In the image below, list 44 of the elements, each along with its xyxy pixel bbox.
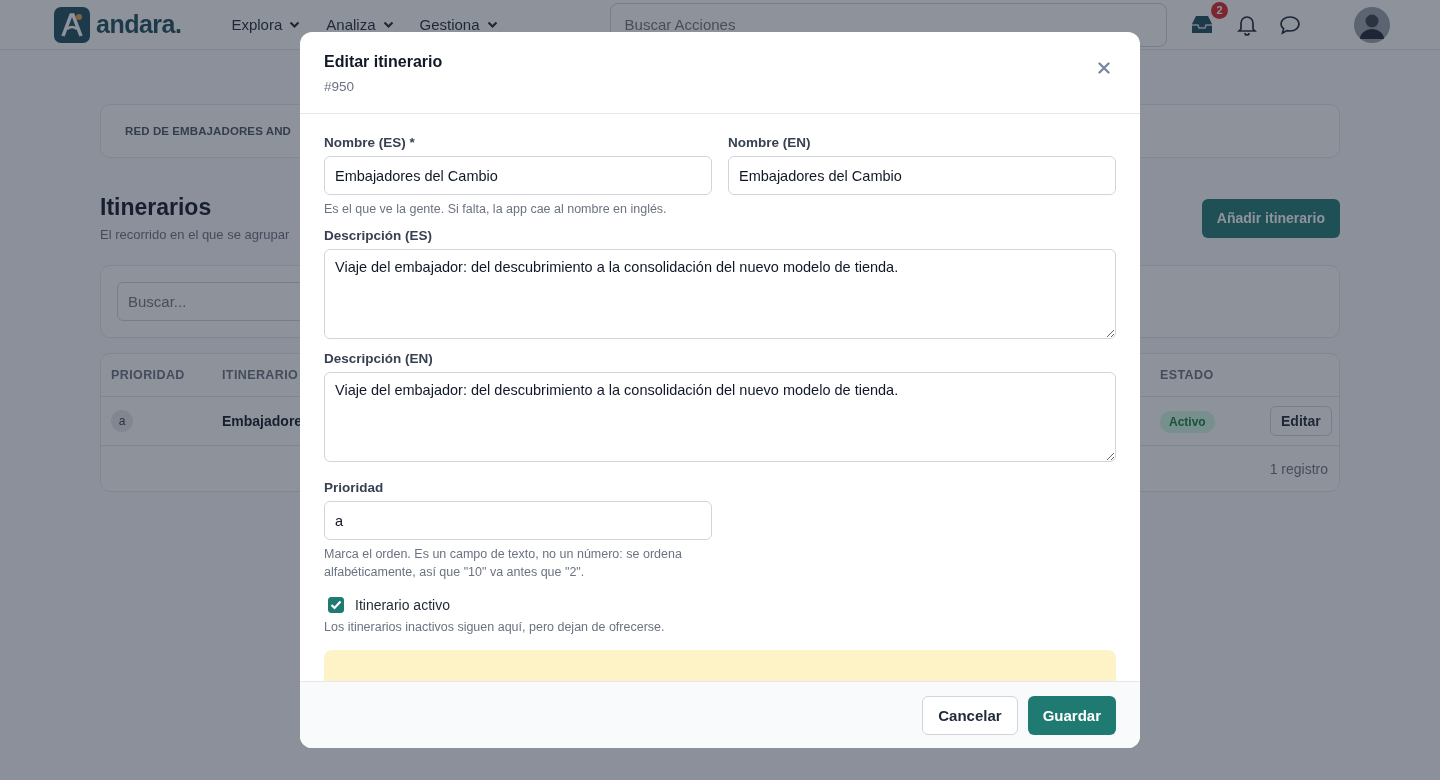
breadcrumb-text[interactable]: RED DE EMBAJADORES AND (125, 125, 291, 137)
field-label: Nombre (ES) * (324, 135, 416, 150)
column-header: PRIORIDAD (111, 368, 186, 382)
checkbox-label[interactable]: Itinerario activo (355, 597, 450, 613)
save-button[interactable]: Guardar (1027, 695, 1116, 735)
bell-icon[interactable] (1237, 13, 1257, 36)
page-subtitle: El recorrido en el que se agrupar (100, 227, 290, 242)
chat-icon[interactable] (1279, 14, 1301, 35)
chevron-down-icon (289, 20, 301, 29)
field-label: Prioridad (324, 480, 385, 495)
avatar[interactable] (1354, 6, 1390, 43)
logo-icon (54, 6, 90, 43)
notification-count: 2 (1211, 1, 1228, 19)
field-hint: Marca el orden. Es un campo de texto, no un número: se ordena alfabéticamente, así que "10" va antes que "2". (324, 546, 683, 581)
nav-menu[interactable]: Explora (231, 16, 301, 33)
priority-tag: a (111, 410, 133, 432)
field-hint: Los itinerarios inactivos siguen aquí, pero dejan de ofrecerse. (324, 619, 666, 636)
field-hint: Es el que ve la gente. Si falta, la app cae al nombre en inglés. (324, 201, 668, 218)
inbox-icon[interactable] (1189, 13, 1215, 36)
column-header: ESTADO (1160, 368, 1215, 382)
input-field[interactable]: Embajadores del Cambio (728, 156, 1116, 195)
dialog-id: #950 (324, 79, 356, 94)
page-title: Itinerarios (100, 194, 213, 221)
checkbox[interactable] (328, 597, 344, 613)
text-area[interactable]: Viaje del embajador: del descubrimiento a la consolidación del nuevo modelo de tienda. (324, 372, 1116, 462)
dialog-title: Editar itinerario (324, 53, 443, 71)
chevron-down-icon (382, 20, 394, 29)
column-header: ITINERARIO (222, 368, 300, 382)
field-label: Descripción (EN) (324, 351, 434, 366)
edit-button[interactable]: Editar (1270, 406, 1332, 436)
brand-name: andara. (96, 10, 182, 39)
field-label: Nombre (EN) (728, 135, 812, 150)
status-tag: Activo (1160, 411, 1215, 433)
close-icon[interactable] (1098, 62, 1110, 74)
cancel-button[interactable]: Cancelar (922, 695, 1018, 735)
input-field[interactable]: Embajadores del Cambio (324, 156, 712, 195)
nav-menu[interactable]: Gestiona (419, 16, 498, 33)
input-field[interactable]: a (324, 501, 712, 540)
table-cell: Embajadore (222, 413, 303, 429)
field-label: Descripción (ES) (324, 228, 434, 243)
record-count: 1 registro (1269, 460, 1328, 477)
text-area[interactable]: Viaje del embajador: del descubrimiento a la consolidación del nuevo modelo de tienda. (324, 249, 1116, 339)
nav-menu[interactable]: Analiza (326, 16, 394, 33)
chevron-down-icon (486, 20, 498, 29)
